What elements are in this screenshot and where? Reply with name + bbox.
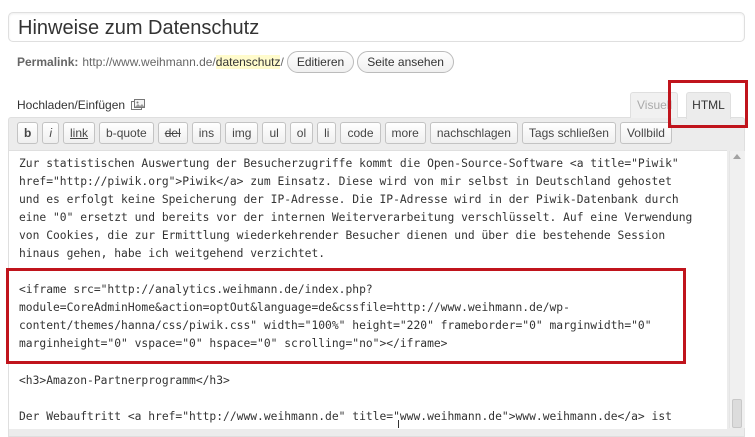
editor-line: und es erfolgt keine Speicherung der IP-…: [19, 193, 679, 206]
editor-line: <h3>Amazon-Partnerprogramm</h3>: [19, 374, 230, 387]
upload-insert-label: Hochladen/Einfügen: [17, 98, 126, 112]
quicktag-blockquote-button[interactable]: b-quote: [99, 122, 154, 144]
editor-line: Zur statistischen Auswertung der Besuche…: [19, 157, 679, 170]
editor-line: href="http://piwik.org">Piwik</a> zum Ei…: [19, 175, 672, 188]
editor-line: hinaus gehen, habe ich weitgehend verzic…: [19, 247, 326, 260]
quicktag-fullscreen-button[interactable]: Vollbild: [619, 122, 672, 144]
editor-line: eine "0" ersetzt und bereits vor der int…: [19, 211, 693, 224]
upload-insert-row: Hochladen/Einfügen: [17, 98, 146, 112]
quicktag-more-button[interactable]: more: [384, 122, 426, 144]
quicktag-ins-button[interactable]: ins: [191, 122, 222, 144]
media-icon[interactable]: [131, 99, 146, 111]
permalink-row: Permalink: http://www.weihmann.de/datens…: [17, 50, 454, 74]
quicktag-img-button[interactable]: img: [225, 122, 259, 144]
quicktag-close-tags-button[interactable]: Tags schließen: [521, 122, 616, 144]
quicktags-toolbar: b i link b-quote del ins img ul ol li co…: [17, 122, 672, 144]
editor-scrollbar[interactable]: [729, 151, 745, 428]
editor-line: Der Webauftritt <a href="http://www.weih…: [19, 410, 672, 423]
quicktag-code-button[interactable]: code: [340, 122, 381, 144]
scroll-up-arrow-icon[interactable]: [733, 154, 741, 159]
permalink-slug[interactable]: datenschutz: [215, 55, 281, 69]
iframe-code-highlight-box: [6, 268, 686, 364]
post-title-field[interactable]: Hinweise zum Datenschutz: [8, 12, 745, 42]
quicktag-link-button[interactable]: link: [63, 122, 96, 144]
scroll-thumb[interactable]: [732, 399, 742, 428]
quicktag-bold-button[interactable]: b: [17, 122, 39, 144]
html-tab-highlight-box: [668, 80, 748, 128]
quicktag-lookup-button[interactable]: nachschlagen: [429, 122, 518, 144]
post-title-text[interactable]: Hinweise zum Datenschutz: [18, 15, 259, 41]
quicktag-ol-button[interactable]: ol: [289, 122, 314, 144]
quicktag-del-button[interactable]: del: [157, 122, 188, 144]
quicktag-li-button[interactable]: li: [317, 122, 337, 144]
editor-line: von Cookies, die zur Ermittlung wiederke…: [19, 229, 666, 242]
text-cursor: [398, 420, 399, 428]
edit-permalink-button[interactable]: Editieren: [286, 51, 355, 73]
view-page-button[interactable]: Seite ansehen: [357, 51, 454, 73]
quicktag-italic-button[interactable]: i: [42, 122, 60, 144]
permalink-trailing-slash: /: [280, 55, 284, 69]
quicktag-ul-button[interactable]: ul: [262, 122, 286, 144]
permalink-base-url: http://www.weihmann.de/: [82, 55, 216, 69]
permalink-label: Permalink:: [17, 55, 79, 69]
